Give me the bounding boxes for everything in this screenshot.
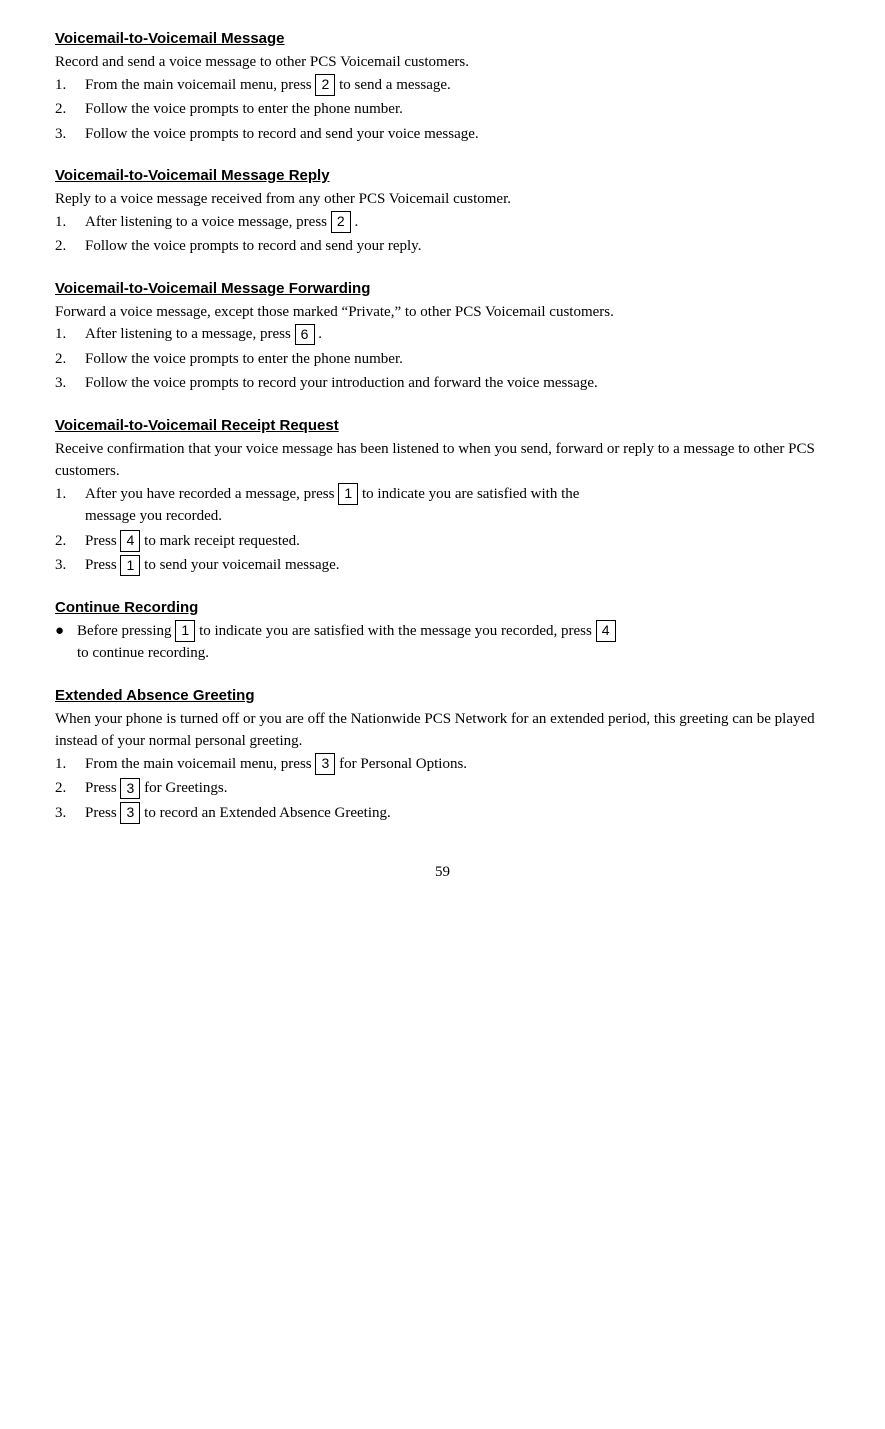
- section-v2v-forwarding: Voicemail-to-Voicemail Message Forwardin…: [55, 280, 830, 395]
- list-item: 2. Follow the voice prompts to enter the…: [55, 98, 830, 121]
- page-content: Voicemail-to-Voicemail Message Record an…: [55, 30, 830, 881]
- list-item: 1. From the main voicemail menu, press 3…: [55, 753, 830, 776]
- list-item: 1. After you have recorded a message, pr…: [55, 483, 830, 528]
- list-item: 2. Follow the voice prompts to record an…: [55, 235, 830, 258]
- list-item: 1. After listening to a message, press 6…: [55, 323, 830, 346]
- key-3: 3: [120, 778, 140, 800]
- section-intro: Forward a voice message, except those ma…: [55, 301, 830, 324]
- section-intro: Record and send a voice message to other…: [55, 51, 830, 74]
- key-1: 1: [175, 620, 195, 642]
- list-item: 2. Press 4 to mark receipt requested.: [55, 530, 830, 553]
- key-2: 2: [315, 74, 335, 96]
- key-6: 6: [295, 324, 315, 346]
- list-item: 2. Follow the voice prompts to enter the…: [55, 348, 830, 371]
- key-3: 3: [315, 753, 335, 775]
- section-title-continue-recording: Continue Recording: [55, 599, 830, 616]
- section-continue-recording: Continue Recording ● Before pressing 1 t…: [55, 599, 830, 665]
- section-v2v-receipt: Voicemail-to-Voicemail Receipt Request R…: [55, 417, 830, 577]
- numbered-list: 1. After you have recorded a message, pr…: [55, 483, 830, 577]
- numbered-list: 1. After listening to a message, press 6…: [55, 323, 830, 395]
- bullet-list: ● Before pressing 1 to indicate you are …: [55, 620, 830, 665]
- key-1: 1: [338, 483, 358, 505]
- section-title-v2v-receipt: Voicemail-to-Voicemail Receipt Request: [55, 417, 830, 434]
- page-number: 59: [435, 864, 450, 880]
- section-v2v-message: Voicemail-to-Voicemail Message Record an…: [55, 30, 830, 145]
- section-intro: When your phone is turned off or you are…: [55, 708, 830, 753]
- page-footer: 59: [55, 864, 830, 881]
- list-item: 2. Press 3 for Greetings.: [55, 777, 830, 800]
- bullet-item: ● Before pressing 1 to indicate you are …: [55, 620, 830, 665]
- section-intro: Receive confirmation that your voice mes…: [55, 438, 830, 483]
- key-4: 4: [596, 620, 616, 642]
- list-item: 1. After listening to a voice message, p…: [55, 211, 830, 234]
- section-intro: Reply to a voice message received from a…: [55, 188, 830, 211]
- list-item: 3. Press 1 to send your voicemail messag…: [55, 554, 830, 577]
- key-1: 1: [120, 555, 140, 577]
- key-2: 2: [331, 211, 351, 233]
- section-title-v2v-message: Voicemail-to-Voicemail Message: [55, 30, 830, 47]
- section-extended-absence: Extended Absence Greeting When your phon…: [55, 687, 830, 825]
- numbered-list: 1. From the main voicemail menu, press 3…: [55, 753, 830, 825]
- section-title-v2v-reply: Voicemail-to-Voicemail Message Reply: [55, 167, 830, 184]
- key-4: 4: [120, 530, 140, 552]
- key-3: 3: [120, 802, 140, 824]
- section-title-v2v-forwarding: Voicemail-to-Voicemail Message Forwardin…: [55, 280, 830, 297]
- list-item: 3. Follow the voice prompts to record yo…: [55, 372, 830, 395]
- section-title-extended-absence: Extended Absence Greeting: [55, 687, 830, 704]
- section-v2v-reply: Voicemail-to-Voicemail Message Reply Rep…: [55, 167, 830, 258]
- list-item: 3. Follow the voice prompts to record an…: [55, 123, 830, 146]
- numbered-list: 1. After listening to a voice message, p…: [55, 211, 830, 258]
- numbered-list: 1. From the main voicemail menu, press 2…: [55, 74, 830, 146]
- list-item: 3. Press 3 to record an Extended Absence…: [55, 802, 830, 825]
- list-item: 1. From the main voicemail menu, press 2…: [55, 74, 830, 97]
